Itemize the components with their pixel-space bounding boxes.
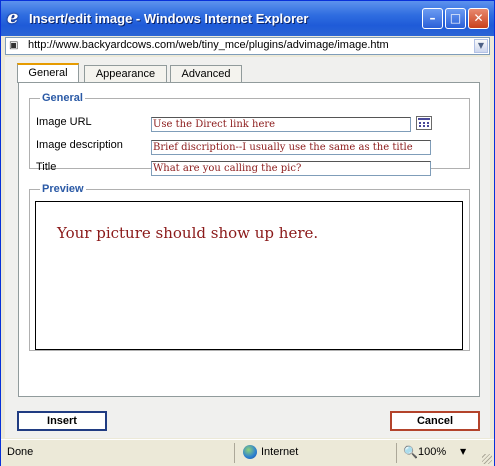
ie-logo-icon: e xyxy=(7,7,19,28)
title-bar[interactable]: e Insert/edit image - Windows Internet E… xyxy=(1,1,494,36)
zoom-level[interactable]: 100% xyxy=(418,446,446,458)
resize-grip[interactable] xyxy=(482,454,492,464)
general-legend: General xyxy=(42,92,83,104)
tab-advanced[interactable]: Advanced xyxy=(170,65,242,82)
image-url-label: Image URL xyxy=(36,116,92,128)
title-input[interactable]: What are you calling the pic? xyxy=(151,161,431,176)
insert-button[interactable]: Insert xyxy=(17,411,107,431)
globe-icon xyxy=(243,445,257,459)
status-divider xyxy=(234,443,235,463)
dialog-content: General Appearance Advanced General Imag… xyxy=(5,57,490,438)
browse-icon[interactable] xyxy=(416,116,432,130)
title-label: Title xyxy=(36,161,57,173)
image-description-label: Image description xyxy=(36,139,123,151)
preview-legend: Preview xyxy=(42,183,84,195)
minimize-button[interactable]: – xyxy=(422,8,443,29)
tab-panel-general: General Image URL Use the Direct link he… xyxy=(18,82,480,397)
zoom-icon[interactable]: 🔍 xyxy=(403,445,418,459)
close-button[interactable]: ✕ xyxy=(468,8,489,29)
page-icon: ▣ xyxy=(9,40,19,51)
window-title: Insert/edit image - Windows Internet Exp… xyxy=(29,11,309,26)
image-url-input[interactable]: Use the Direct link here xyxy=(151,117,411,132)
image-description-input[interactable]: Brief discription--I usually use the sam… xyxy=(151,140,431,155)
address-url[interactable]: http://www.backyardcows.com/web/tiny_mce… xyxy=(28,39,389,51)
cancel-button[interactable]: Cancel xyxy=(390,411,480,431)
tab-general[interactable]: General xyxy=(17,63,79,83)
dialog-window: e Insert/edit image - Windows Internet E… xyxy=(0,0,495,466)
status-divider xyxy=(396,443,397,463)
address-bar[interactable]: ▣ http://www.backyardcows.com/web/tiny_m… xyxy=(5,37,490,55)
chevron-down-icon[interactable]: ▼ xyxy=(474,39,488,53)
maximize-button[interactable]: □ xyxy=(445,8,466,29)
chevron-down-icon[interactable]: ▼ xyxy=(460,447,466,456)
preview-text: Your picture should show up here. xyxy=(57,224,319,242)
status-bar: Done Internet 🔍 100% ▼ xyxy=(1,439,494,466)
tab-appearance[interactable]: Appearance xyxy=(84,65,167,82)
preview-area: Your picture should show up here. xyxy=(35,201,463,350)
preview-fieldset: Preview Your picture should show up here… xyxy=(29,183,470,351)
security-zone: Internet xyxy=(261,446,299,458)
status-text: Done xyxy=(7,446,34,458)
general-fieldset: General Image URL Use the Direct link he… xyxy=(29,92,470,176)
